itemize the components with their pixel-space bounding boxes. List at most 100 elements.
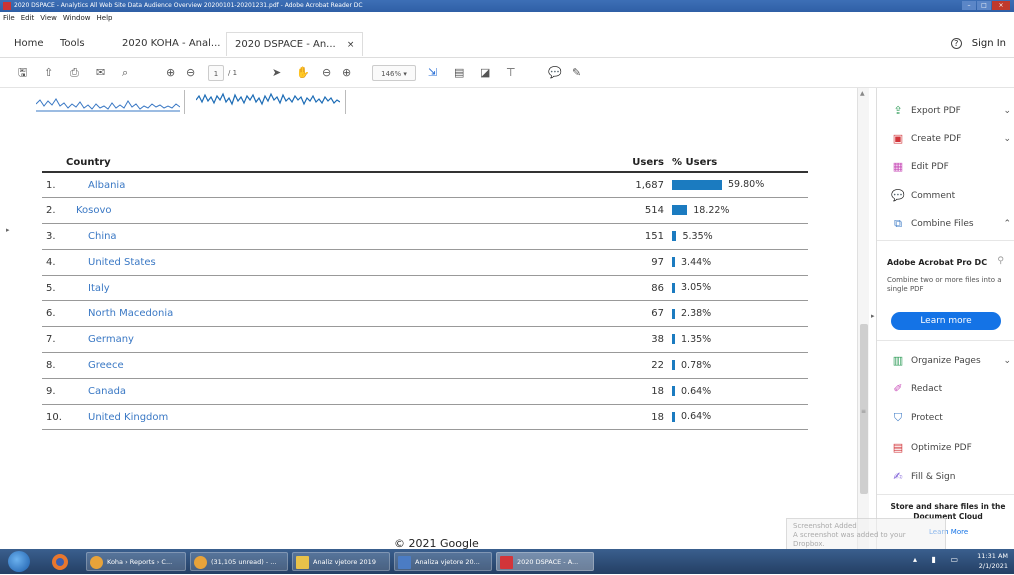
menu-view[interactable]: View — [40, 12, 57, 24]
vertical-scrollbar[interactable]: ▲ ≡ — [857, 88, 869, 549]
tool-organize-pages[interactable]: ▥ Organize Pages ⌄ — [891, 352, 1011, 370]
tab-dspace[interactable]: 2020 DSPACE - An... × — [226, 32, 364, 56]
tab-tools[interactable]: Tools — [60, 32, 85, 56]
tool-label: Create PDF — [911, 134, 962, 144]
promo-description: Combine two or more files into a single … — [887, 276, 1002, 293]
taskbar-item-koha[interactable]: Koha › Reports › C... — [86, 552, 186, 571]
screenshot-toast[interactable]: Screenshot Added A screenshot was added … — [786, 518, 946, 550]
row-users: 86 — [588, 275, 668, 302]
tool-combine-files[interactable]: ⧉ Combine Files ⌃ — [891, 215, 1011, 233]
save-icon[interactable]: 🖫 — [18, 65, 27, 81]
comment-icon: 💬 — [891, 189, 905, 202]
country-link[interactable]: Italy — [88, 283, 110, 294]
table-row: 9. Canada 18 0.64% — [42, 378, 808, 405]
menu-file[interactable]: File — [3, 12, 15, 24]
fit-page-icon[interactable]: ⇲ — [428, 65, 437, 81]
close-window-button[interactable]: × — [992, 1, 1010, 10]
hand-tool-icon[interactable]: ✋ — [296, 65, 310, 81]
country-link[interactable]: North Macedonia — [88, 308, 173, 319]
chevron-up-icon[interactable]: ⌃ — [1003, 215, 1011, 233]
tool-redact[interactable]: ✐ Redact — [891, 380, 1011, 398]
tool-comment[interactable]: 💬 Comment — [891, 187, 1011, 205]
divider — [877, 494, 1014, 495]
menu-edit[interactable]: Edit — [21, 12, 35, 24]
chrome-icon — [194, 556, 207, 569]
tool-create-pdf[interactable]: ▣ Create PDF ⌄ — [891, 130, 1011, 148]
folder-icon — [296, 556, 309, 569]
menu-window[interactable]: Window — [63, 12, 91, 24]
chevron-down-icon[interactable]: ⌄ — [1003, 352, 1011, 370]
search-icon[interactable]: ⌕ — [122, 65, 128, 81]
next-page-icon[interactable]: ⊖ — [186, 65, 195, 81]
zoom-out-icon[interactable]: ⊖ — [322, 65, 331, 81]
tool-edit-pdf[interactable]: ▦ Edit PDF — [891, 158, 1011, 176]
country-link[interactable]: United Kingdom — [88, 412, 168, 423]
read-mode-icon[interactable]: ⊤ — [506, 65, 516, 81]
menu-help[interactable]: Help — [97, 12, 113, 24]
pct-bar — [672, 360, 675, 371]
table-row: 2. Kosovo 514 18.22% — [42, 197, 808, 225]
tab-koha[interactable]: 2020 KOHA - Anal... — [122, 32, 220, 56]
full-screen-icon[interactable]: ◪ — [480, 65, 490, 81]
tab-home[interactable]: Home — [14, 32, 44, 56]
left-panel-toggle-icon[interactable]: ▸ — [6, 226, 10, 234]
maximize-button[interactable]: □ — [977, 1, 991, 10]
table-row: 10. United Kingdom 18 0.64% — [42, 404, 808, 431]
toolbar: 🖫 ⇧ ⎙ ✉ ⌕ ⊕ ⊖ 1 / 1 ➤ ✋ ⊖ ⊕ 146% ▾ ⇲ ▤ ◪… — [0, 58, 1014, 88]
taskbar-item-folder[interactable]: Analiz vjetore 2019 — [292, 552, 390, 571]
country-link[interactable]: Albania — [88, 180, 125, 191]
row-rank: 7. — [42, 326, 72, 354]
page-total: / 1 — [228, 69, 238, 77]
pdf-document-area[interactable]: Country Users % Users 1. Albania 1,687 59.8… — [0, 88, 867, 550]
pen-icon[interactable]: ✎ — [572, 65, 581, 81]
country-link[interactable]: United States — [88, 257, 156, 268]
row-rank: 10. — [42, 404, 72, 431]
tool-export-pdf[interactable]: ⇪ Export PDF ⌄ — [891, 102, 1011, 120]
taskbar-item-acrobat[interactable]: 2020 DSPACE - A... — [496, 552, 594, 571]
country-link[interactable]: Canada — [88, 386, 126, 397]
right-panel-toggle-icon[interactable]: ▸ — [871, 312, 875, 320]
chevron-down-icon[interactable]: ⌄ — [1003, 130, 1011, 148]
help-icon[interactable]: ? — [950, 38, 962, 49]
zoom-level-dropdown[interactable]: 146% ▾ — [372, 65, 416, 81]
minimize-button[interactable]: – — [962, 1, 976, 10]
comment-icon[interactable]: 💬 — [548, 65, 562, 81]
clock[interactable]: 11:31 AM 2/1/2021 — [977, 551, 1008, 571]
system-tray-icons[interactable]: ▴ ▮ ▭ — [913, 555, 964, 564]
row-users: 1,687 — [588, 172, 668, 199]
start-button[interactable] — [8, 551, 30, 572]
firefox-pin[interactable] — [50, 552, 76, 571]
learn-more-button[interactable]: Learn more — [891, 312, 1001, 330]
row-pct: 59.80% — [668, 172, 808, 199]
country-link[interactable]: Kosovo — [76, 205, 112, 216]
pct-value: 5.35% — [682, 230, 713, 242]
tool-fill-sign[interactable]: ✍ Fill & Sign — [891, 468, 1011, 486]
sparkline-divider-right — [345, 90, 346, 114]
upload-cloud-icon[interactable]: ⇧ — [44, 65, 53, 81]
row-country: Albania — [72, 172, 588, 199]
country-link[interactable]: Greece — [88, 360, 124, 371]
row-country: Germany — [72, 326, 588, 354]
chevron-down-icon[interactable]: ⌄ — [1003, 102, 1011, 120]
row-country: United Kingdom — [72, 404, 588, 431]
email-icon[interactable]: ✉ — [96, 65, 105, 81]
select-tool-icon[interactable]: ➤ — [272, 65, 281, 81]
close-tab-icon[interactable]: × — [347, 40, 355, 50]
sign-in-link[interactable]: Sign In — [972, 38, 1006, 49]
country-link[interactable]: China — [88, 231, 117, 242]
scroll-up-icon[interactable]: ▲ — [860, 90, 865, 97]
scroll-mode-icon[interactable]: ▤ — [454, 65, 464, 81]
tool-protect[interactable]: ⛉ Protect — [891, 409, 1011, 427]
tab-bar: Home Tools 2020 KOHA - Anal... 2020 DSPA… — [0, 24, 1014, 58]
country-link[interactable]: Germany — [88, 334, 134, 345]
clock-date: 2/1/2021 — [978, 562, 1008, 570]
taskbar-item-mail[interactable]: (31,105 unread) - ... — [190, 552, 288, 571]
print-icon[interactable]: ⎙ — [70, 65, 79, 81]
divider — [877, 240, 1014, 241]
row-country: Canada — [72, 378, 588, 405]
page-number-input[interactable]: 1 — [208, 65, 224, 81]
zoom-in-icon[interactable]: ⊕ — [342, 65, 351, 81]
previous-page-icon[interactable]: ⊕ — [166, 65, 175, 81]
tool-optimize-pdf[interactable]: ▤ Optimize PDF — [891, 439, 1011, 457]
taskbar-item-word[interactable]: Analiza vjetore 20... — [394, 552, 492, 571]
